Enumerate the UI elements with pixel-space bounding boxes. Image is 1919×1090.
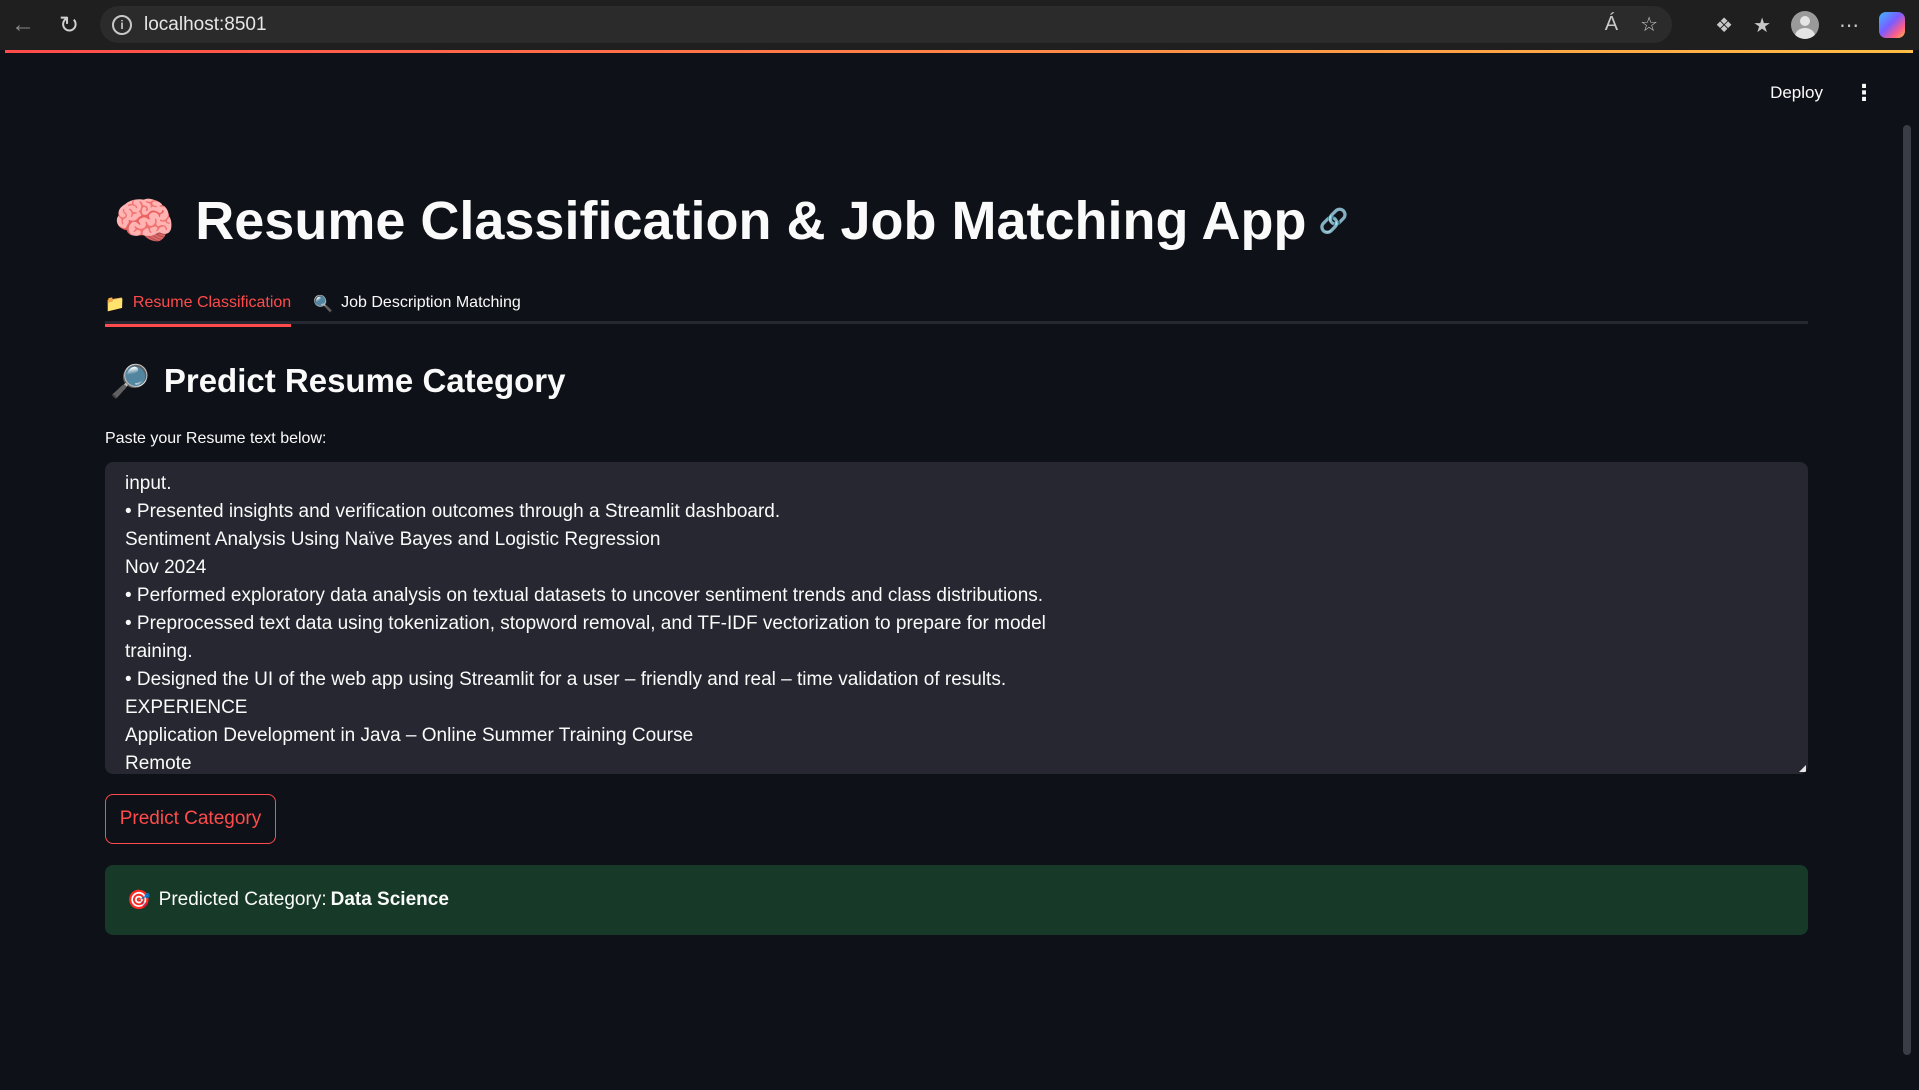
read-aloud-icon[interactable]: Á bbox=[1605, 13, 1618, 36]
address-bar[interactable]: i localhost:8501 Á ☆ bbox=[100, 6, 1672, 43]
decoration-line bbox=[5, 50, 1913, 53]
scrollbar[interactable] bbox=[1903, 125, 1911, 1055]
deploy-button[interactable]: Deploy bbox=[1770, 83, 1823, 103]
magnifier-icon: 🔍 bbox=[313, 296, 334, 313]
result-prefix: Predicted Category: bbox=[158, 889, 327, 910]
profile-avatar-icon[interactable] bbox=[1791, 11, 1819, 39]
textarea-line: Application Development in Java – Online… bbox=[125, 725, 694, 746]
brain-icon: 🧠 bbox=[113, 192, 176, 249]
textarea-line: • Preprocessed text data using tokenizat… bbox=[125, 613, 1046, 634]
favorites-icon[interactable]: ★ bbox=[1753, 13, 1771, 38]
folder-icon: 📁 bbox=[105, 296, 125, 313]
textarea-line: Remote bbox=[125, 753, 192, 774]
prediction-result-box: 🎯 Predicted Category: Data Science bbox=[105, 865, 1808, 935]
copilot-icon[interactable] bbox=[1879, 12, 1905, 38]
tab-bar: 📁 Resume Classification 🔍 Job Descriptio… bbox=[105, 294, 1808, 327]
textarea-line: • Presented insights and verification ou… bbox=[125, 501, 781, 522]
predict-category-button[interactable]: Predict Category bbox=[105, 794, 276, 844]
textarea-line: EXPERIENCE bbox=[125, 697, 248, 718]
kebab-menu-icon[interactable]: ⋮ bbox=[1853, 80, 1875, 106]
textarea-line: Sentiment Analysis Using Naïve Bayes and… bbox=[125, 529, 661, 550]
app-header: Deploy ⋮ bbox=[1770, 53, 1913, 133]
tab-label: Resume Classification bbox=[132, 294, 292, 311]
result-value: Data Science bbox=[330, 889, 449, 910]
resume-textarea[interactable]: input. • Presented insights and verifica… bbox=[105, 462, 1808, 774]
textarea-line: • Designed the UI of the web app using S… bbox=[125, 669, 1007, 690]
more-options-icon[interactable]: ⋯ bbox=[1839, 13, 1859, 38]
section-subheader: 🔎 Predict Resume Category bbox=[110, 362, 565, 400]
extensions-icon[interactable]: ❖ bbox=[1715, 13, 1733, 38]
tab-label: Job Description Matching bbox=[341, 294, 521, 311]
link-anchor-icon[interactable]: 🔗 bbox=[1318, 207, 1348, 236]
subheader-title: Predict Resume Category bbox=[163, 362, 566, 399]
url-text[interactable]: localhost:8501 bbox=[144, 14, 267, 36]
textarea-line: input. bbox=[125, 473, 172, 494]
search-icon: 🔎 bbox=[110, 363, 150, 399]
site-info-icon[interactable]: i bbox=[112, 14, 132, 35]
textarea-line: Nov 2024 bbox=[125, 557, 207, 578]
browser-toolbar: ← ↻ i localhost:8501 Á ☆ ❖ ★ ⋯ bbox=[0, 0, 1919, 50]
app-container: Deploy ⋮ 🧠 Resume Classification & Job M… bbox=[5, 50, 1913, 1090]
tab-job-description-matching[interactable]: 🔍 Job Description Matching bbox=[313, 294, 521, 324]
back-arrow-icon[interactable]: ← bbox=[0, 0, 46, 50]
resume-textarea-label: Paste your Resume text below: bbox=[105, 430, 327, 447]
tab-resume-classification[interactable]: 📁 Resume Classification bbox=[105, 294, 292, 327]
resize-handle[interactable] bbox=[1799, 765, 1806, 772]
target-icon: 🎯 bbox=[127, 890, 151, 911]
textarea-line: training. bbox=[125, 641, 193, 662]
page-title: Resume Classification & Job Matching App bbox=[195, 191, 1307, 251]
favorite-star-icon[interactable]: ☆ bbox=[1640, 12, 1658, 37]
page-title-row: 🧠 Resume Classification & Job Matching A… bbox=[113, 190, 1348, 252]
textarea-line: • Performed exploratory data analysis on… bbox=[125, 585, 1044, 606]
reload-icon[interactable]: ↻ bbox=[46, 0, 92, 50]
